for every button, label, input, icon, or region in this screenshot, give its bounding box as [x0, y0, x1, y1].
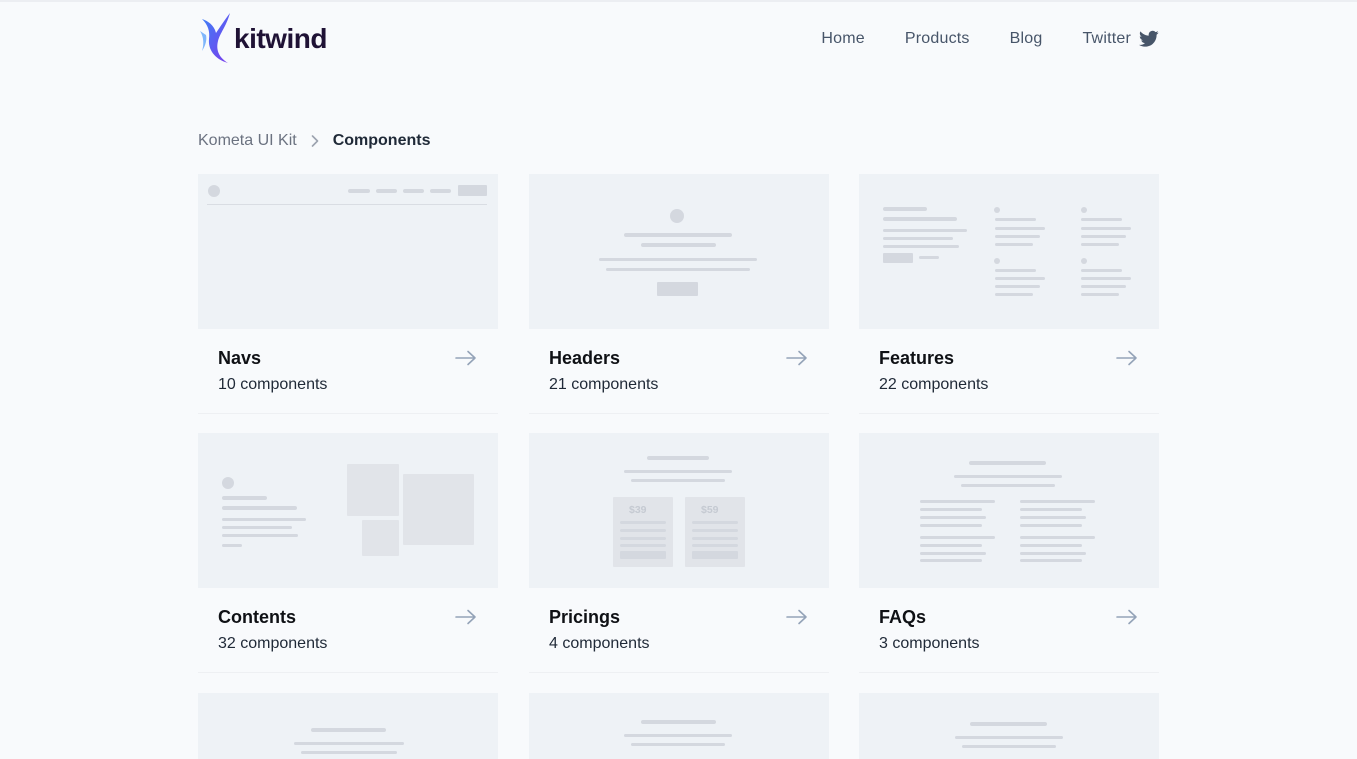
- nav-products[interactable]: Products: [905, 30, 970, 48]
- component-card-contents[interactable]: Contents 32 components: [198, 433, 498, 673]
- price-39-text: $39: [629, 504, 647, 516]
- features-thumbnail: [859, 174, 1159, 329]
- card-thumbnail: [529, 693, 829, 759]
- card-title: FAQs: [879, 607, 927, 627]
- component-card-features[interactable]: Features 22 components: [859, 174, 1159, 414]
- arrow-right-icon: [455, 609, 476, 625]
- card-title: Features: [879, 348, 955, 368]
- component-card-pricings[interactable]: $39 $59 Pricings 4 components: [529, 433, 829, 673]
- nav-blog[interactable]: Blog: [1010, 30, 1043, 48]
- navs-thumbnail: [198, 174, 498, 329]
- arrow-right-icon: [786, 609, 807, 625]
- card-count: 10 components: [218, 376, 328, 393]
- price-59-text: $59: [701, 504, 719, 516]
- site-header: kitwind Home Products Blog Twitter: [198, 10, 1159, 70]
- arrow-right-icon: [786, 350, 807, 366]
- component-card-navs[interactable]: Navs 10 components: [198, 174, 498, 414]
- twitter-icon: [1139, 30, 1159, 47]
- brand-name: kitwind: [234, 23, 327, 54]
- main-nav: Home Products Blog Twitter: [821, 30, 1159, 48]
- kitwind-logo-icon: [200, 13, 230, 63]
- card-title: Pricings: [549, 607, 621, 627]
- chevron-right-icon: [311, 135, 319, 147]
- card-count: 21 components: [549, 376, 659, 393]
- component-card-row3-3[interactable]: [859, 693, 1159, 759]
- component-card-row3-1[interactable]: [198, 693, 498, 759]
- card-thumbnail: [859, 693, 1159, 759]
- top-border: [0, 0, 1357, 2]
- component-card-faqs[interactable]: FAQs 3 components: [859, 433, 1159, 673]
- arrow-right-icon: [455, 350, 476, 366]
- component-card-headers[interactable]: Headers 21 components: [529, 174, 829, 414]
- arrow-right-icon: [1116, 350, 1137, 366]
- card-title: Navs: [218, 348, 262, 368]
- card-count: 32 components: [218, 635, 328, 652]
- breadcrumb-current: Components: [332, 132, 431, 149]
- nav-twitter-label: Twitter: [1082, 30, 1131, 47]
- arrow-right-icon: [1116, 609, 1137, 625]
- card-title: Contents: [218, 607, 296, 627]
- breadcrumb-parent[interactable]: Kometa UI Kit: [198, 132, 297, 150]
- breadcrumb: Kometa UI Kit Components: [198, 132, 430, 150]
- card-count: 4 components: [549, 635, 650, 652]
- contents-thumbnail: [198, 433, 498, 588]
- pricings-thumbnail: $39 $59: [529, 433, 829, 588]
- card-thumbnail: [198, 693, 498, 759]
- card-count: 22 components: [879, 376, 989, 393]
- nav-twitter[interactable]: Twitter: [1082, 30, 1159, 48]
- card-title: Headers: [549, 348, 621, 368]
- card-count: 3 components: [879, 635, 980, 652]
- faqs-thumbnail: [859, 433, 1159, 588]
- component-card-row3-2[interactable]: [529, 693, 829, 759]
- headers-thumbnail: [529, 174, 829, 329]
- brand-logo[interactable]: kitwind: [198, 10, 327, 66]
- nav-home[interactable]: Home: [821, 30, 864, 48]
